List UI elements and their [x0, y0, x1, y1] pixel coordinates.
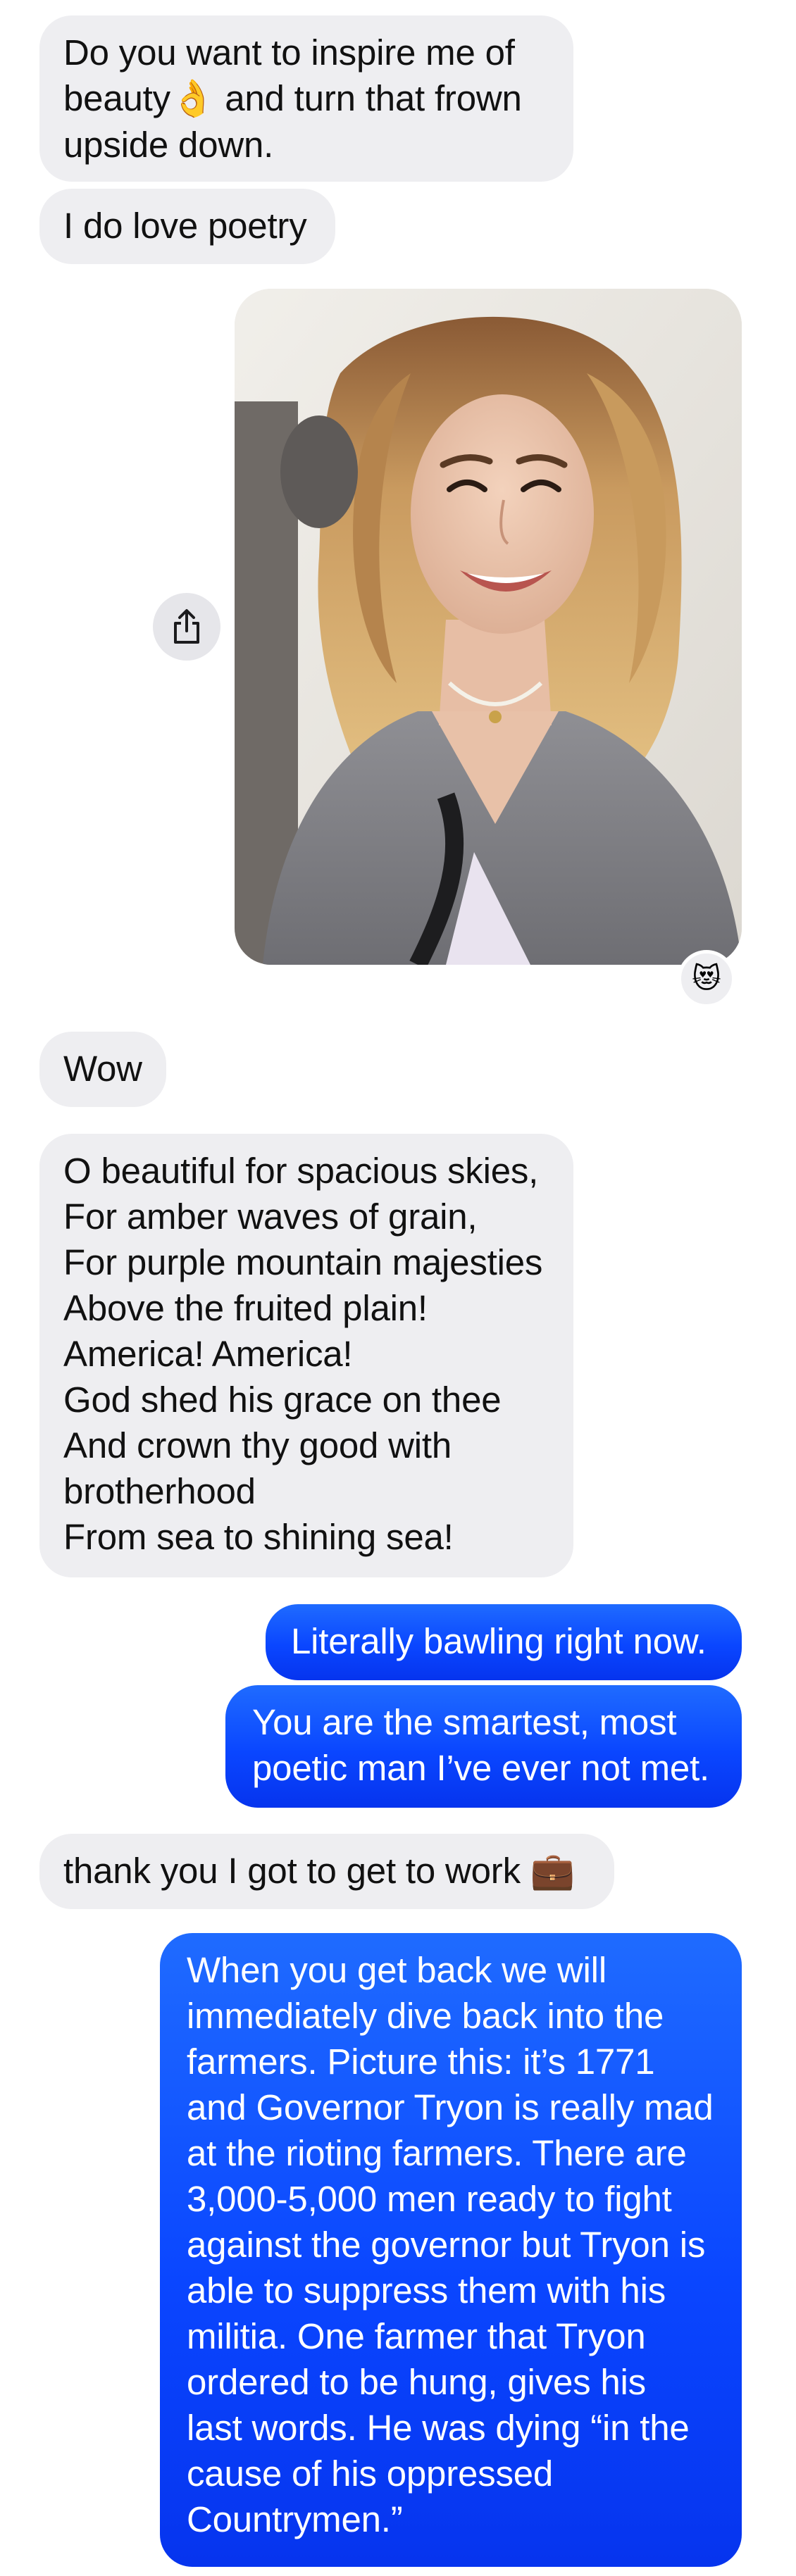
message-text-line: at the rioting farmers. There are — [187, 2133, 687, 2173]
portrait-image — [235, 289, 742, 965]
message-text-line: God shed his grace on thee — [63, 1380, 502, 1420]
shared-photo[interactable] — [235, 289, 742, 965]
message-text-line: farmers. Picture this: it’s 1771 — [187, 2042, 655, 2082]
message-text-line: Do you want to inspire me of — [63, 32, 515, 73]
message-text-line: America! America! — [63, 1334, 353, 1374]
message-text-line: brotherhood — [63, 1471, 256, 1511]
message-text-line: When you get back we will — [187, 1950, 607, 1990]
outgoing-message-bubble[interactable]: You are the smartest, most poetic man I’… — [225, 1685, 742, 1808]
message-text-line: and Governor Tryon is really mad — [187, 2087, 714, 2127]
message-text-line: immediately dive back into the — [187, 1996, 664, 2036]
message-text-line: 3,000-5,000 men ready to fight — [187, 2179, 672, 2219]
incoming-message-bubble[interactable]: Do you want to inspire me of beauty👌 and… — [39, 15, 573, 182]
message-text-line: against the governor but Tryon is — [187, 2225, 706, 2265]
message-text-line: militia. One farmer that Tryon — [187, 2316, 646, 2356]
message-text-line: From sea to shining sea! — [63, 1517, 454, 1557]
message-text-line: ordered to be hung, gives his — [187, 2362, 646, 2402]
message-text-line: beauty👌 and turn that frown — [63, 75, 549, 122]
message-text-line: Above the fruited plain! — [63, 1288, 428, 1328]
message-text-line: For amber waves of grain, — [63, 1196, 478, 1237]
message-text-line: And crown thy good with — [63, 1425, 452, 1465]
outgoing-message-bubble[interactable]: Literally bawling right now. — [266, 1604, 742, 1680]
message-text: thank you I got to get to work — [63, 1851, 530, 1891]
incoming-message-bubble[interactable]: thank you I got to get to work 💼 — [39, 1834, 614, 1909]
message-text-line: Literally bawling right now. — [291, 1621, 707, 1661]
message-text-line: For purple mountain majesties — [63, 1242, 543, 1282]
message-text-line: last words. He was dying “in the — [187, 2408, 690, 2448]
share-button[interactable] — [153, 593, 220, 661]
message-text-line: thank you I got to get to work 💼 — [63, 1848, 590, 1894]
incoming-message-bubble[interactable]: Wow — [39, 1032, 166, 1107]
message-text-line: You are the smartest, most — [252, 1702, 677, 1742]
ok-hand-emoji: 👌 — [170, 78, 216, 120]
heart-eyes-cat-emoji: 😻 — [692, 963, 721, 995]
message-text-line: O beautiful for spacious skies, — [63, 1151, 539, 1191]
share-icon — [174, 609, 199, 644]
reaction-badge[interactable]: 😻 — [678, 950, 735, 1008]
message-text-line: poetic man I’ve ever not met. — [252, 1748, 710, 1788]
message-text-line: Countrymen.” — [187, 2499, 403, 2539]
message-text-line: cause of his oppressed — [187, 2453, 554, 2494]
incoming-message-bubble[interactable]: I do love poetry — [39, 189, 335, 264]
message-text: and turn that frown — [215, 78, 522, 118]
message-text: beauty — [63, 78, 170, 118]
outgoing-message-bubble[interactable]: When you get back we will immediately di… — [160, 1933, 742, 2567]
incoming-message-bubble[interactable]: O beautiful for spacious skies, For ambe… — [39, 1134, 573, 1577]
message-text-line: I do love poetry — [63, 206, 307, 246]
briefcase-emoji: 💼 — [530, 1851, 576, 1892]
message-text-line: Wow — [63, 1049, 142, 1089]
message-text-line: upside down. — [63, 125, 274, 165]
message-text-line: able to suppress them with his — [187, 2270, 666, 2311]
